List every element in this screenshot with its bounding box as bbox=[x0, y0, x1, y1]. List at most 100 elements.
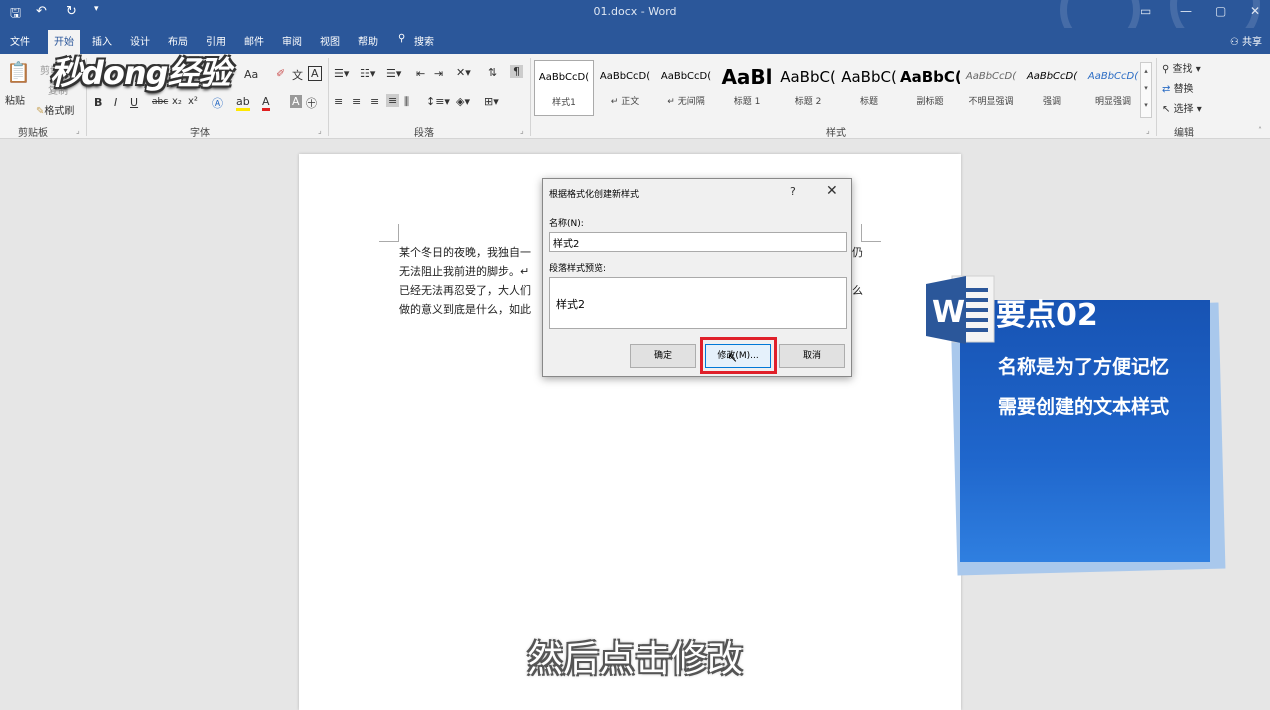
style-item[interactable]: AaBbC( 标题 2 bbox=[778, 60, 838, 116]
show-marks-icon[interactable]: ¶ bbox=[510, 65, 523, 78]
style-item[interactable]: AaBbC( 标题 bbox=[839, 60, 899, 116]
clear-format-icon[interactable]: ✐ bbox=[276, 67, 285, 80]
tab-insert[interactable]: 插入 bbox=[92, 33, 112, 48]
replace-button[interactable]: ⇄ 替换 bbox=[1162, 80, 1194, 95]
font-color-icon[interactable]: A bbox=[262, 95, 270, 111]
style-item[interactable]: AaBbCcD( ↵ 无间隔 bbox=[656, 60, 716, 116]
group-divider bbox=[1156, 58, 1157, 136]
callout-line: 需要创建的文本样式 bbox=[998, 396, 1170, 418]
video-subtitle: 然后点击修改 bbox=[526, 639, 743, 680]
name-label: 名称(N): bbox=[549, 219, 584, 229]
align-left-icon[interactable]: ≡ bbox=[334, 95, 343, 108]
distributed-icon[interactable]: ⫼ bbox=[404, 95, 409, 109]
multilevel-list-icon[interactable]: ☰▾ bbox=[386, 67, 401, 80]
shading-icon[interactable]: ◈▾ bbox=[456, 95, 470, 108]
cancel-button[interactable]: 取消 bbox=[779, 344, 845, 368]
paste-button[interactable]: 粘贴 bbox=[5, 92, 25, 107]
superscript-button[interactable]: x² bbox=[188, 96, 198, 107]
tell-me-search[interactable]: 搜索 bbox=[414, 33, 434, 48]
align-right-icon[interactable]: ≡ bbox=[370, 95, 379, 108]
paragraph-launcher-icon[interactable]: ⌟ bbox=[520, 126, 524, 135]
bullets-icon[interactable]: ☰▾ bbox=[334, 67, 349, 80]
styles-group-label: 样式 bbox=[826, 128, 846, 139]
style-sample: AaBbCcD( bbox=[599, 71, 651, 82]
search-icon[interactable]: ⚲ bbox=[398, 33, 405, 44]
format-painter-button[interactable]: ✎格式刷 bbox=[36, 102, 74, 117]
phonetic-button[interactable]: 文 bbox=[292, 67, 303, 83]
char-border-button[interactable]: A bbox=[308, 66, 322, 81]
style-preview-box: 样式2 bbox=[549, 277, 847, 329]
text-effects-icon[interactable]: Ⓐ bbox=[212, 95, 223, 111]
style-item[interactable]: AaBbCcD( 明显强调 bbox=[1083, 60, 1143, 116]
cursor-icon: ↖ bbox=[1162, 104, 1174, 115]
clipboard-group-label: 剪贴板 bbox=[18, 128, 48, 139]
modify-button[interactable]: 修改(M)... bbox=[705, 344, 771, 368]
tab-review[interactable]: 审阅 bbox=[282, 33, 302, 48]
tab-references[interactable]: 引用 bbox=[206, 33, 226, 48]
chinese-layout-icon[interactable]: ✕▾ bbox=[456, 66, 471, 79]
align-center-icon[interactable]: ≡ bbox=[352, 95, 361, 108]
style-item[interactable]: AaBl 标题 1 bbox=[717, 60, 777, 116]
styles-gallery: AaBbCcD( 样式1 AaBbCcD( ↵ 正文 AaBbCcD( ↵ 无间… bbox=[534, 60, 1154, 116]
style-sample: AaBbC( bbox=[780, 68, 836, 86]
ok-button[interactable]: 确定 bbox=[630, 344, 696, 368]
bold-button[interactable]: B bbox=[94, 96, 102, 109]
sort-icon[interactable]: ⇅ bbox=[488, 66, 497, 79]
enclose-char-icon[interactable]: ㊉ bbox=[306, 95, 317, 111]
clipboard-icon: 📋 bbox=[6, 60, 31, 84]
font-case-button[interactable]: Aa bbox=[244, 68, 258, 81]
svg-text:W: W bbox=[932, 295, 965, 330]
help-button[interactable]: ? bbox=[790, 185, 796, 198]
select-label: 选择 bbox=[1173, 104, 1194, 115]
style-sample: AaBbC( bbox=[841, 68, 897, 86]
group-divider bbox=[530, 58, 531, 136]
style-sample: AaBbCcD( bbox=[1026, 71, 1078, 82]
increase-indent-icon[interactable]: ⇥ bbox=[434, 67, 443, 80]
char-shading-icon[interactable]: A bbox=[290, 95, 302, 108]
tab-help[interactable]: 帮助 bbox=[358, 33, 378, 48]
style-item[interactable]: AaBbCcD( ↵ 正文 bbox=[595, 60, 655, 116]
borders-icon[interactable]: ⊞▾ bbox=[484, 95, 499, 108]
justify-icon[interactable]: ≡ bbox=[386, 94, 400, 107]
style-name: 标题 1 bbox=[733, 97, 761, 107]
mouse-cursor-icon: ↖ bbox=[727, 351, 738, 366]
margin-corner-mark bbox=[861, 224, 881, 242]
close-icon[interactable]: ✕ bbox=[826, 183, 838, 199]
style-name-input[interactable]: 样式2 bbox=[549, 232, 847, 252]
select-button[interactable]: ↖ 选择 ▾ bbox=[1162, 100, 1202, 115]
line-spacing-icon[interactable]: ↕≡▾ bbox=[426, 95, 450, 108]
styles-gallery-scroll[interactable]: ▴ ▾ ▾ bbox=[1140, 62, 1152, 118]
tab-mailings[interactable]: 邮件 bbox=[244, 33, 264, 48]
minimize-icon[interactable]: — bbox=[1180, 4, 1192, 18]
decrease-indent-icon[interactable]: ⇤ bbox=[416, 67, 425, 80]
style-item[interactable]: AaBbC( 副标题 bbox=[900, 60, 960, 116]
italic-button[interactable]: I bbox=[114, 96, 117, 109]
tab-design[interactable]: 设计 bbox=[130, 33, 150, 48]
tab-view[interactable]: 视图 bbox=[320, 33, 340, 48]
doc-text-line: 已经无法再忍受了，大人们 bbox=[399, 284, 531, 297]
find-button[interactable]: ⚲ 查找 ▾ bbox=[1162, 60, 1201, 75]
subscript-button[interactable]: x₂ bbox=[172, 96, 182, 107]
style-item[interactable]: AaBbCcD( 不明显强调 bbox=[961, 60, 1021, 116]
search-icon: ⚲ bbox=[1162, 64, 1173, 75]
tab-file[interactable]: 文件 bbox=[10, 33, 30, 48]
tab-layout[interactable]: 布局 bbox=[168, 33, 188, 48]
styles-launcher-icon[interactable]: ⌟ bbox=[1146, 126, 1150, 135]
highlight-icon[interactable]: ab bbox=[236, 95, 250, 111]
style-name: 不明显强调 bbox=[968, 97, 1014, 107]
clipboard-launcher-icon[interactable]: ⌟ bbox=[76, 126, 80, 135]
close-window-icon[interactable]: ✕ bbox=[1250, 4, 1260, 18]
group-divider bbox=[328, 58, 329, 136]
style-item[interactable]: AaBbCcD( 强调 bbox=[1022, 60, 1082, 116]
collapse-ribbon-icon[interactable]: ˄ bbox=[1258, 126, 1262, 135]
format-painter-label: 格式刷 bbox=[44, 106, 75, 117]
underline-button[interactable]: U bbox=[130, 96, 138, 109]
style-item[interactable]: AaBbCcD( 样式1 bbox=[534, 60, 594, 116]
maximize-icon[interactable]: ▢ bbox=[1215, 4, 1226, 18]
numbering-icon[interactable]: ☷▾ bbox=[360, 67, 375, 80]
preview-text: 样式2 bbox=[556, 298, 585, 311]
strikethrough-button[interactable]: abc bbox=[152, 97, 168, 107]
ribbon-display-icon[interactable]: ▭ bbox=[1140, 4, 1151, 18]
share-button[interactable]: ⚇ 共享 bbox=[1230, 33, 1262, 48]
font-launcher-icon[interactable]: ⌟ bbox=[318, 126, 322, 135]
